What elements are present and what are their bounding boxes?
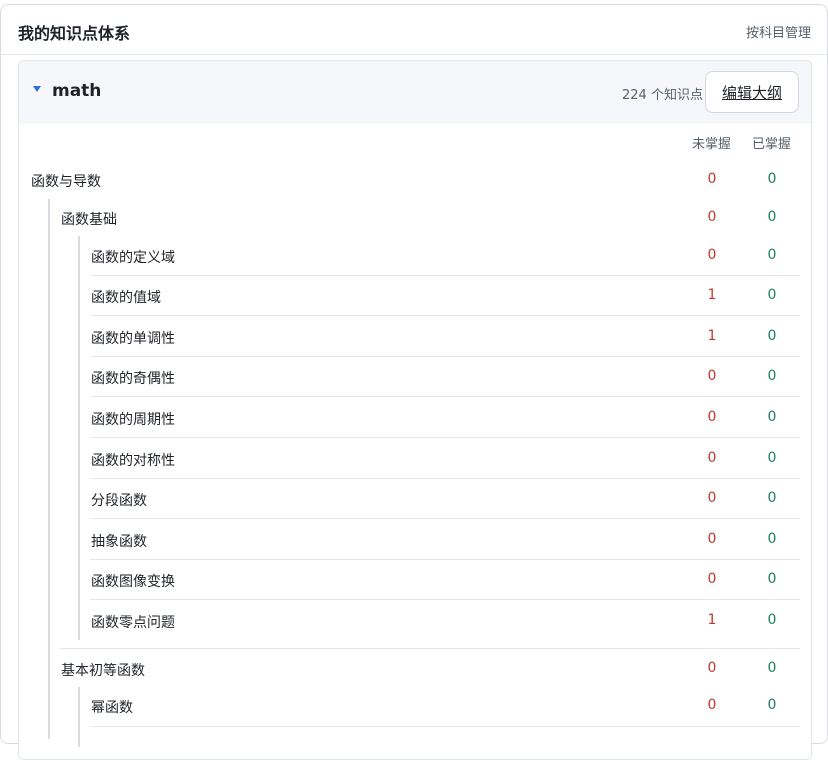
unmastered-count: 0 bbox=[707, 660, 717, 676]
unmastered-count: 0 bbox=[707, 571, 717, 587]
mastered-count: 0 bbox=[767, 171, 777, 187]
mastered-count: 0 bbox=[767, 697, 777, 713]
node-label: 函数的对称性 bbox=[91, 453, 175, 469]
node-label: 抽象函数 bbox=[91, 534, 147, 550]
node-label: 函数的定义域 bbox=[91, 250, 175, 266]
node-label: 函数与导数 bbox=[31, 174, 101, 190]
tree-node-level3[interactable]: 函数的奇偶性 0 0 bbox=[0, 357, 828, 397]
knowledge-point-count: 224 个知识点 bbox=[622, 88, 703, 103]
subject-name: math bbox=[52, 81, 102, 101]
node-label: 函数的值域 bbox=[91, 290, 161, 306]
node-label: 函数图像变换 bbox=[91, 574, 175, 590]
unmastered-count: 1 bbox=[707, 612, 717, 628]
mastered-count: 0 bbox=[767, 660, 777, 676]
node-label: 函数的单调性 bbox=[91, 331, 175, 347]
mastered-count: 0 bbox=[767, 209, 777, 225]
node-label: 基本初等函数 bbox=[61, 663, 145, 679]
tree-node-level3[interactable]: 分段函数 0 0 bbox=[0, 479, 828, 519]
mastered-count: 0 bbox=[767, 490, 777, 506]
unmastered-count: 1 bbox=[707, 328, 717, 344]
mastered-count: 0 bbox=[767, 368, 777, 384]
unmastered-count: 0 bbox=[707, 697, 717, 713]
column-header-unmastered: 未掌握 bbox=[692, 137, 732, 152]
mastered-count: 0 bbox=[767, 571, 777, 587]
unmastered-count: 0 bbox=[707, 209, 717, 225]
tree-node-level3[interactable]: 函数零点问题 1 0 bbox=[0, 601, 828, 641]
mastered-count: 0 bbox=[767, 247, 777, 263]
unmastered-count: 0 bbox=[707, 409, 717, 425]
tree-node-level3[interactable]: 抽象函数 0 0 bbox=[0, 520, 828, 560]
manage-by-subject-link[interactable]: 按科目管理 bbox=[746, 22, 811, 41]
node-label: 函数基础 bbox=[61, 212, 117, 228]
mastered-count: 0 bbox=[767, 287, 777, 303]
edit-outline-button[interactable]: 编辑大纲 bbox=[705, 71, 799, 113]
tree-node-level2[interactable]: 函数基础 0 0 bbox=[0, 198, 828, 238]
unmastered-count: 0 bbox=[707, 490, 717, 506]
row-divider bbox=[90, 437, 800, 438]
page-title: 我的知识点体系 bbox=[18, 24, 131, 43]
row-divider bbox=[90, 599, 800, 600]
mastered-count: 0 bbox=[767, 450, 777, 466]
tree-node-level2[interactable]: 基本初等函数 0 0 bbox=[0, 649, 828, 689]
row-divider bbox=[90, 396, 800, 397]
mastered-count: 0 bbox=[767, 531, 777, 547]
row-divider bbox=[90, 726, 800, 727]
unmastered-count: 1 bbox=[707, 287, 717, 303]
tree-node-level3[interactable]: 函数的定义域 0 0 bbox=[0, 236, 828, 276]
tree-node-level3[interactable]: 函数图像变换 0 0 bbox=[0, 560, 828, 600]
tree-node-level3[interactable]: 幂函数 0 0 bbox=[0, 686, 828, 726]
mastered-count: 0 bbox=[767, 328, 777, 344]
tree-node-level3[interactable]: 函数的对称性 0 0 bbox=[0, 439, 828, 479]
row-divider bbox=[90, 315, 800, 316]
subject-header: math 224 个知识点 编辑大纲 bbox=[19, 61, 811, 123]
node-label: 幂函数 bbox=[91, 700, 133, 716]
node-label: 函数零点问题 bbox=[91, 615, 175, 631]
node-label: 函数的奇偶性 bbox=[91, 371, 175, 387]
node-label: 分段函数 bbox=[91, 493, 147, 509]
mastered-count: 0 bbox=[767, 612, 777, 628]
column-header-mastered: 已掌握 bbox=[752, 137, 792, 152]
card-header: 我的知识点体系 按科目管理 bbox=[1, 5, 827, 55]
tree-node-level3[interactable]: 函数的值域 1 0 bbox=[0, 276, 828, 316]
unmastered-count: 0 bbox=[707, 531, 717, 547]
row-divider bbox=[90, 518, 800, 519]
unmastered-count: 0 bbox=[707, 171, 717, 187]
tree-node-level1[interactable]: 函数与导数 0 0 bbox=[0, 160, 828, 200]
mastered-count: 0 bbox=[767, 409, 777, 425]
unmastered-count: 0 bbox=[707, 450, 717, 466]
node-label: 函数的周期性 bbox=[91, 412, 175, 428]
tree-node-level3[interactable]: 函数的周期性 0 0 bbox=[0, 398, 828, 438]
collapse-caret-icon[interactable] bbox=[33, 86, 41, 92]
unmastered-count: 0 bbox=[707, 368, 717, 384]
unmastered-count: 0 bbox=[707, 247, 717, 263]
tree-node-level3[interactable]: 函数的单调性 1 0 bbox=[0, 317, 828, 357]
